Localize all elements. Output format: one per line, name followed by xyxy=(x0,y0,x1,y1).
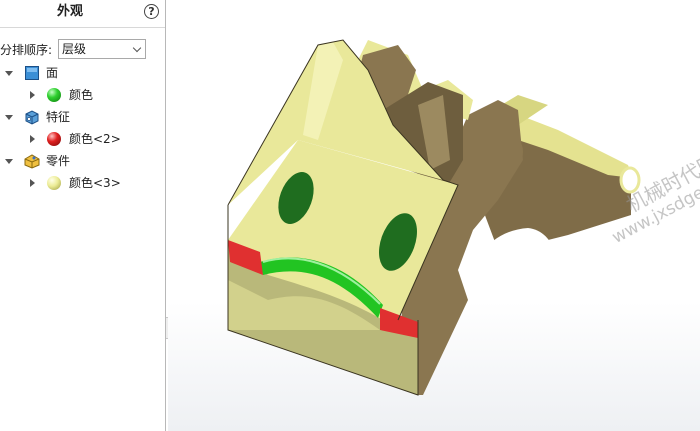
expanded-arrow-icon[interactable] xyxy=(5,71,13,76)
tree-item-label: 颜色 xyxy=(69,88,94,102)
tree-node-part[interactable]: 零件 xyxy=(0,152,165,170)
chevron-down-icon xyxy=(132,43,142,53)
face-icon xyxy=(25,66,39,80)
sort-order-value: 层级 xyxy=(62,42,87,56)
expanded-arrow-icon[interactable] xyxy=(5,159,13,164)
green-color-swatch-icon xyxy=(47,88,61,102)
sort-order-select[interactable]: 层级 xyxy=(58,39,146,59)
tree-node-label: 特征 xyxy=(46,110,71,124)
collapsed-arrow-icon[interactable] xyxy=(30,179,35,187)
tree-item-color-3[interactable]: 颜色<3> xyxy=(0,174,165,192)
tree-node-face[interactable]: 面 xyxy=(0,64,165,82)
tree-item-color-2[interactable]: 颜色<2> xyxy=(0,130,165,148)
tree-node-label: 零件 xyxy=(46,154,71,168)
tree-item-label: 颜色<3> xyxy=(69,176,121,190)
panel-title: 外观 xyxy=(56,4,83,19)
appearance-panel: 外观 ? 分排顺序: 层级 面 颜色 特征 颜色<2> 零件 颜色<3> xyxy=(0,0,166,431)
collapsed-arrow-icon[interactable] xyxy=(30,91,35,99)
red-color-swatch-icon xyxy=(47,132,61,146)
tree-node-feature[interactable]: 特征 xyxy=(0,108,165,126)
sort-order-label: 分排顺序: xyxy=(0,43,53,57)
tree-item-label: 颜色<2> xyxy=(69,132,121,146)
help-button[interactable]: ? xyxy=(144,4,159,19)
part-icon xyxy=(24,154,40,169)
graphics-viewport[interactable]: 机械时代网 www.jxsdge.com xyxy=(168,0,700,431)
tree-node-label: 面 xyxy=(46,66,59,80)
yellow-color-swatch-icon xyxy=(47,176,61,190)
title-separator xyxy=(0,27,165,28)
feature-icon xyxy=(25,110,39,125)
tree-item-color[interactable]: 颜色 xyxy=(0,86,165,104)
collapsed-arrow-icon[interactable] xyxy=(30,135,35,143)
expanded-arrow-icon[interactable] xyxy=(5,115,13,120)
